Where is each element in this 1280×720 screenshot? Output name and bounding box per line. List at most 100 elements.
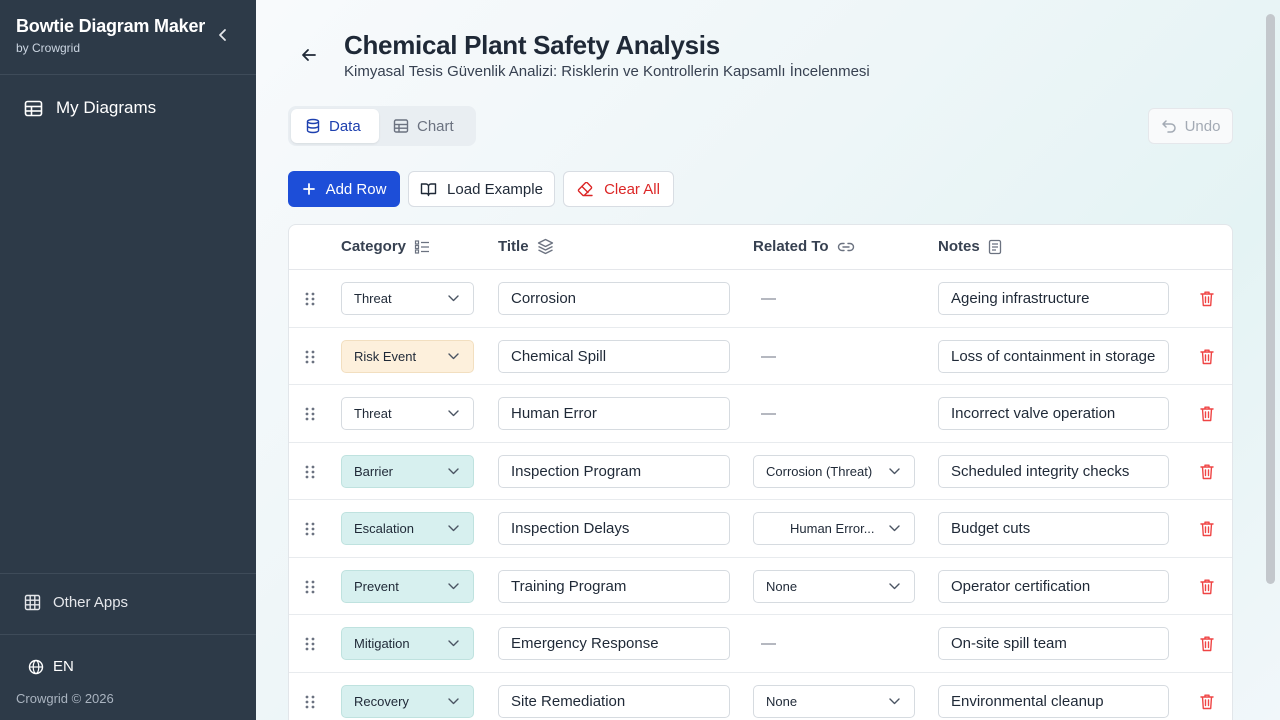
app-subtitle: by Crowgrid xyxy=(16,41,81,55)
related-empty: — xyxy=(761,347,776,365)
category-select[interactable]: Escalation xyxy=(341,512,474,545)
drag-handle-icon[interactable] xyxy=(304,636,316,652)
related-select[interactable]: None xyxy=(753,569,915,603)
category-select[interactable]: Threat xyxy=(341,282,474,315)
sidebar-item-label: My Diagrams xyxy=(56,98,157,117)
scrollbar[interactable] xyxy=(1266,14,1275,584)
chevron-down-icon xyxy=(448,352,459,359)
trash-icon[interactable] xyxy=(1199,578,1215,595)
table-row: Threat Corrosion — Ageing infrastructure xyxy=(289,270,1232,328)
title-input[interactable]: Inspection Delays xyxy=(498,512,730,545)
notes-input[interactable]: Environmental cleanup xyxy=(938,684,1169,718)
tab-chart[interactable]: Chart xyxy=(379,109,468,143)
column-header-label: Related To xyxy=(753,238,829,255)
title-value: Site Remediation xyxy=(511,692,626,710)
title-value: Inspection Program xyxy=(511,462,642,480)
related-empty: — xyxy=(761,635,776,652)
undo-label: Undo xyxy=(1184,117,1221,135)
title-input[interactable]: Site Remediation xyxy=(498,684,730,718)
notes-input[interactable]: Loss of containment in storage xyxy=(938,339,1169,373)
trash-icon[interactable] xyxy=(1199,635,1215,652)
clear-all-button[interactable]: Clear All xyxy=(563,171,674,207)
title-input[interactable]: Inspection Program xyxy=(498,454,730,488)
column-header-label: Notes xyxy=(938,238,980,255)
category-select[interactable]: Recovery xyxy=(341,684,474,718)
title-value: Emergency Response xyxy=(511,635,659,652)
related-select[interactable]: Human Error... xyxy=(753,512,915,545)
add-row-label: Add Row xyxy=(325,180,387,198)
undo-button[interactable]: Undo xyxy=(1148,108,1233,144)
load-example-button[interactable]: Load Example xyxy=(408,171,555,207)
sidebar-item-my-diagrams[interactable]: My Diagrams xyxy=(24,98,156,118)
notes-value: Incorrect valve operation xyxy=(951,405,1116,422)
category-select[interactable]: Risk Event xyxy=(341,339,474,373)
notes-input[interactable]: Scheduled integrity checks xyxy=(938,454,1169,488)
table-row: Risk Event Chemical Spill — Loss of cont… xyxy=(289,328,1232,385)
drag-handle-icon[interactable] xyxy=(304,579,316,595)
table-icon xyxy=(393,119,409,133)
table-row: Mitigation Emergency Response — On-site … xyxy=(289,615,1232,673)
tab-chart-label: Chart xyxy=(417,117,454,135)
category-value: Recovery xyxy=(354,693,409,709)
chevron-down-icon xyxy=(448,295,459,302)
column-header-category: Category xyxy=(341,238,430,255)
other-apps-link[interactable]: Other Apps xyxy=(24,594,128,611)
copyright: Crowgrid © 2026 xyxy=(16,691,114,706)
database-icon xyxy=(306,118,320,134)
trash-icon[interactable] xyxy=(1199,463,1215,480)
sidebar-divider xyxy=(0,573,256,574)
column-header-title: Title xyxy=(498,238,554,255)
arrow-left-icon[interactable] xyxy=(300,46,318,64)
eraser-icon xyxy=(577,181,593,196)
trash-icon[interactable] xyxy=(1199,693,1215,710)
main-content: Chemical Plant Safety Analysis Kimyasal … xyxy=(256,0,1280,720)
notes-input[interactable]: Operator certification xyxy=(938,569,1169,603)
sidebar: Bowtie Diagram Maker by Crowgrid My Diag… xyxy=(0,0,256,720)
category-select[interactable]: Prevent xyxy=(341,569,474,603)
brand: Bowtie Diagram Maker by Crowgrid xyxy=(16,16,205,55)
notes-value: Environmental cleanup xyxy=(951,692,1104,710)
category-select[interactable]: Barrier xyxy=(341,454,474,488)
notes-input[interactable]: Incorrect valve operation xyxy=(938,397,1169,430)
category-select[interactable]: Threat xyxy=(341,397,474,430)
table-row: Recovery Site Remediation None Environme… xyxy=(289,673,1232,720)
chevron-down-icon xyxy=(889,582,900,589)
drag-handle-icon[interactable] xyxy=(304,694,316,710)
drag-handle-icon[interactable] xyxy=(304,464,316,480)
table-icon xyxy=(24,100,43,116)
trash-icon[interactable] xyxy=(1199,520,1215,537)
globe-icon xyxy=(28,659,44,674)
trash-icon[interactable] xyxy=(1199,405,1215,422)
table-header: Category Title Related To Notes xyxy=(289,225,1232,270)
trash-icon[interactable] xyxy=(1199,348,1215,365)
notes-value: Budget cuts xyxy=(951,520,1031,537)
title-input[interactable]: Human Error xyxy=(498,397,730,430)
notes-input[interactable]: On-site spill team xyxy=(938,627,1169,660)
drag-handle-icon[interactable] xyxy=(304,349,316,365)
drag-handle-icon[interactable] xyxy=(304,521,316,537)
title-input[interactable]: Corrosion xyxy=(498,282,730,315)
language-selector[interactable]: EN xyxy=(28,658,74,675)
chevron-down-icon xyxy=(448,640,459,647)
chevron-down-icon xyxy=(889,467,900,474)
chevron-left-icon[interactable] xyxy=(214,26,232,44)
trash-icon[interactable] xyxy=(1199,290,1215,307)
notes-input[interactable]: Ageing infrastructure xyxy=(938,282,1169,315)
column-header-label: Category xyxy=(341,238,407,255)
category-select[interactable]: Mitigation xyxy=(341,627,474,660)
notes-input[interactable]: Budget cuts xyxy=(938,512,1169,545)
add-row-button[interactable]: Add Row xyxy=(288,171,400,207)
drag-handle-icon[interactable] xyxy=(304,406,316,422)
related-select[interactable]: Corrosion (Threat) xyxy=(753,454,915,488)
link-icon xyxy=(837,242,854,251)
drag-handle-icon[interactable] xyxy=(304,291,316,307)
related-select[interactable]: None xyxy=(753,684,915,718)
language-label: EN xyxy=(53,658,74,675)
chevron-down-icon xyxy=(448,697,459,704)
data-table: Category Title Related To Notes Threat C… xyxy=(288,224,1233,720)
tab-data[interactable]: Data xyxy=(291,109,379,143)
title-input[interactable]: Chemical Spill xyxy=(498,339,730,373)
chevron-down-icon xyxy=(448,410,459,417)
title-input[interactable]: Emergency Response xyxy=(498,627,730,660)
title-input[interactable]: Training Program xyxy=(498,569,730,603)
